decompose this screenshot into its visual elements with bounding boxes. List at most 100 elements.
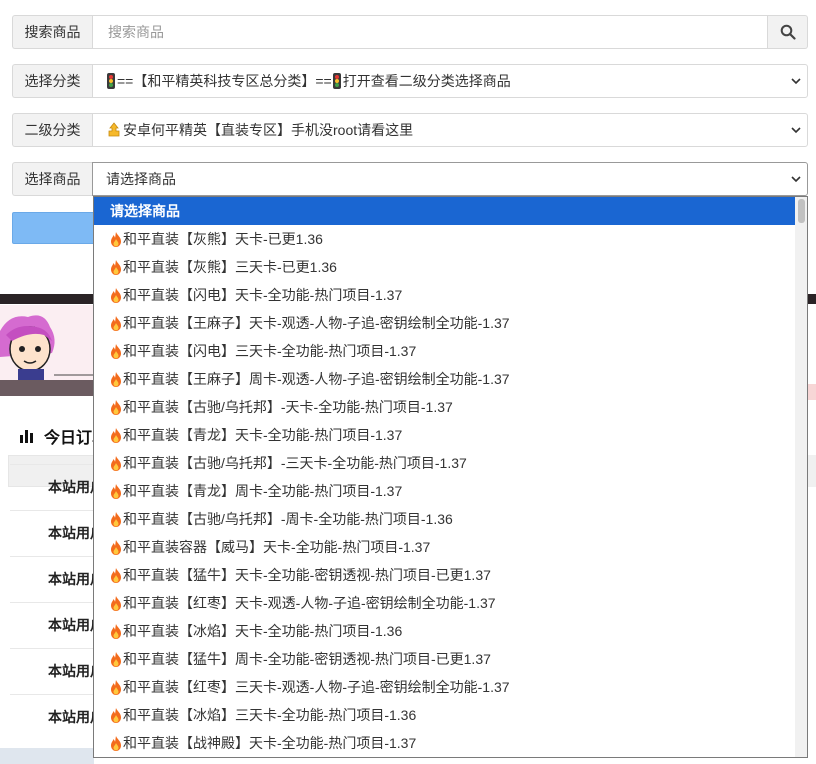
- dropdown-option[interactable]: 和平直装【红枣】天卡-观透-人物-子追-密钥绘制全功能-1.37: [94, 589, 796, 617]
- dropdown-option-label: 和平直装【冰焰】三天卡-全功能-热门项目-1.36: [123, 707, 417, 723]
- dropdown-option[interactable]: 和平直装【王麻子】周卡-观透-人物-子追-密钥绘制全功能-1.37: [94, 365, 796, 393]
- search-label: 搜索商品: [12, 15, 92, 49]
- search-field-wrap: [92, 15, 768, 49]
- banner-footer: [0, 380, 94, 396]
- dropdown-option[interactable]: 和平直装【红枣】三天卡-观透-人物-子追-密钥绘制全功能-1.37: [94, 673, 796, 701]
- product-value: 请选择商品: [106, 171, 176, 187]
- dropdown-option[interactable]: 和平直装【古驰/乌托邦】-天卡-全功能-热门项目-1.37: [94, 393, 796, 421]
- cartoon-avatar-icon: [0, 315, 94, 385]
- dropdown-option[interactable]: 和平直装【猛牛】天卡-全功能-密钥透视-热门项目-已更1.37: [94, 561, 796, 589]
- chevron-down-icon: [791, 176, 801, 183]
- table-row: 本站用户: [10, 510, 94, 555]
- dropdown-option-label: 和平直装【青龙】周卡-全功能-热门项目-1.37: [123, 483, 403, 499]
- dropdown-option-label: 和平直装【冰焰】天卡-全功能-热门项目-1.36: [123, 623, 403, 639]
- subcategory-select[interactable]: 安卓何平精英【直装专区】手机没root请看这里: [92, 113, 808, 147]
- chevron-down-icon: [791, 127, 801, 134]
- fire-icon: [111, 455, 121, 471]
- table-row: 本站用户: [10, 556, 94, 601]
- dropdown-option-label: 和平直装【古驰/乌托邦】-天卡-全功能-热门项目-1.37: [123, 399, 453, 415]
- dropdown-options: 请选择商品 和平直装【灰熊】天卡-已更1.36 和平直装【灰熊】三天卡-已更1.3…: [94, 197, 807, 757]
- bar-chart-icon: [20, 430, 33, 443]
- dropdown-option[interactable]: 和平直装【古驰/乌托邦】-周卡-全功能-热门项目-1.36: [94, 505, 796, 533]
- table-row: 本站用户: [10, 602, 94, 647]
- category-value: ==【和平精英科技专区总分类】== 打开查看二级分类选择商品: [106, 71, 511, 91]
- banner-image: [0, 305, 94, 385]
- fire-icon: [111, 343, 121, 359]
- subcategory-label: 二级分类: [12, 113, 92, 147]
- dropdown-option-label: 和平直装【王麻子】周卡-观透-人物-子追-密钥绘制全功能-1.37: [123, 371, 510, 387]
- pointing-hand-icon: [108, 122, 120, 137]
- fire-icon: [111, 315, 121, 331]
- dropdown-option[interactable]: 和平直装【冰焰】天卡-全功能-热门项目-1.36: [94, 617, 796, 645]
- dropdown-option-label: 和平直装【战神殿】天卡-全功能-热门项目-1.37: [123, 735, 417, 751]
- traffic-light-icon: [107, 73, 115, 89]
- fire-icon: [111, 567, 121, 583]
- dropdown-option-label: 和平直装【古驰/乌托邦】-三天卡-全功能-热门项目-1.37: [123, 455, 467, 471]
- fire-icon: [111, 231, 121, 247]
- fire-icon: [111, 427, 121, 443]
- dropdown-option[interactable]: 和平直装【冰焰】三天卡-全功能-热门项目-1.36: [94, 701, 796, 729]
- fire-icon: [111, 371, 121, 387]
- dropdown-option[interactable]: 和平直装【王麻子】天卡-观透-人物-子追-密钥绘制全功能-1.37: [94, 309, 796, 337]
- dropdown-option[interactable]: 和平直装【灰熊】三天卡-已更1.36: [94, 253, 796, 281]
- banner-edge: [808, 384, 816, 400]
- search-icon: [780, 24, 796, 40]
- category-select[interactable]: ==【和平精英科技专区总分类】== 打开查看二级分类选择商品: [92, 64, 808, 98]
- dropdown-option[interactable]: 和平直装【灰熊】天卡-已更1.36: [94, 225, 796, 253]
- product-label: 选择商品: [12, 162, 92, 196]
- scrollbar-thumb[interactable]: [798, 199, 805, 223]
- dropdown-option-placeholder[interactable]: 请选择商品: [94, 197, 796, 225]
- dropdown-option[interactable]: 和平直装【战神殿】天卡-全功能-热门项目-1.37: [94, 729, 796, 757]
- dropdown-option-label: 和平直装【灰熊】三天卡-已更1.36: [123, 259, 337, 275]
- dropdown-option-label: 和平直装【灰熊】天卡-已更1.36: [123, 231, 323, 247]
- fire-icon: [111, 651, 121, 667]
- dropdown-option-label: 和平直装【闪电】三天卡-全功能-热门项目-1.37: [123, 343, 417, 359]
- dropdown-option-label: 和平直装【王麻子】天卡-观透-人物-子追-密钥绘制全功能-1.37: [123, 315, 510, 331]
- traffic-light-icon: [332, 73, 341, 89]
- dropdown-option-label: 和平直装【古驰/乌托邦】-周卡-全功能-热门项目-1.36: [123, 511, 453, 527]
- fire-icon: [111, 259, 121, 275]
- fire-icon: [111, 511, 121, 527]
- search-button[interactable]: [768, 15, 808, 49]
- fire-icon: [111, 735, 121, 751]
- table-row: 本站用户: [10, 694, 94, 739]
- fire-icon: [111, 539, 121, 555]
- fire-icon: [111, 287, 121, 303]
- section-divider: [808, 294, 816, 304]
- category-row: 选择分类 ==【和平精英科技专区总分类】== 打开查看二级分类选择商品: [12, 64, 808, 98]
- dropdown-option-label: 和平直装【红枣】天卡-观透-人物-子追-密钥绘制全功能-1.37: [123, 595, 496, 611]
- table-row: 本站用户: [10, 648, 94, 693]
- table-row: 本站用户: [10, 464, 94, 509]
- dropdown-option[interactable]: 和平直装【青龙】周卡-全功能-热门项目-1.37: [94, 477, 796, 505]
- section-title: 今日订单: [18, 424, 94, 448]
- table-header: [808, 455, 816, 487]
- dropdown-option-label: 和平直装【青龙】天卡-全功能-热门项目-1.37: [123, 427, 403, 443]
- dropdown-option-label: 和平直装【闪电】天卡-全功能-热门项目-1.37: [123, 287, 403, 303]
- dropdown-option-label: 和平直装【猛牛】天卡-全功能-密钥透视-热门项目-已更1.37: [123, 567, 491, 583]
- fire-icon: [111, 679, 121, 695]
- dropdown-option[interactable]: 和平直装容器【威马】天卡-全功能-热门项目-1.37: [94, 533, 796, 561]
- product-row: 选择商品 请选择商品: [12, 162, 808, 196]
- fire-icon: [111, 623, 121, 639]
- subcategory-row: 二级分类 安卓何平精英【直装专区】手机没root请看这里: [12, 113, 808, 147]
- subcategory-value: 安卓何平精英【直装专区】手机没root请看这里: [123, 122, 414, 138]
- dropdown-option[interactable]: 和平直装【猛牛】周卡-全功能-密钥透视-热门项目-已更1.37: [94, 645, 796, 673]
- chevron-down-icon: [791, 78, 801, 85]
- dropdown-option[interactable]: 和平直装【古驰/乌托邦】-三天卡-全功能-热门项目-1.37: [94, 449, 796, 477]
- footer-strip: [0, 748, 94, 764]
- product-dropdown-list[interactable]: 请选择商品 和平直装【灰熊】天卡-已更1.36 和平直装【灰熊】三天卡-已更1.3…: [93, 196, 808, 758]
- dropdown-scrollbar[interactable]: [795, 197, 807, 757]
- submit-button[interactable]: [12, 212, 94, 244]
- dropdown-option[interactable]: 和平直装【闪电】三天卡-全功能-热门项目-1.37: [94, 337, 796, 365]
- fire-icon: [111, 399, 121, 415]
- search-row: 搜索商品: [12, 15, 808, 49]
- dropdown-option[interactable]: 和平直装【青龙】天卡-全功能-热门项目-1.37: [94, 421, 796, 449]
- dropdown-option-label: 和平直装【猛牛】周卡-全功能-密钥透视-热门项目-已更1.37: [123, 651, 491, 667]
- section-divider: [0, 294, 94, 304]
- product-select[interactable]: 请选择商品: [92, 162, 808, 196]
- category-label: 选择分类: [12, 64, 92, 98]
- dropdown-option[interactable]: 和平直装【闪电】天卡-全功能-热门项目-1.37: [94, 281, 796, 309]
- fire-icon: [111, 707, 121, 723]
- dropdown-option-label: 和平直装【红枣】三天卡-观透-人物-子追-密钥绘制全功能-1.37: [123, 679, 510, 695]
- search-input[interactable]: [106, 15, 767, 49]
